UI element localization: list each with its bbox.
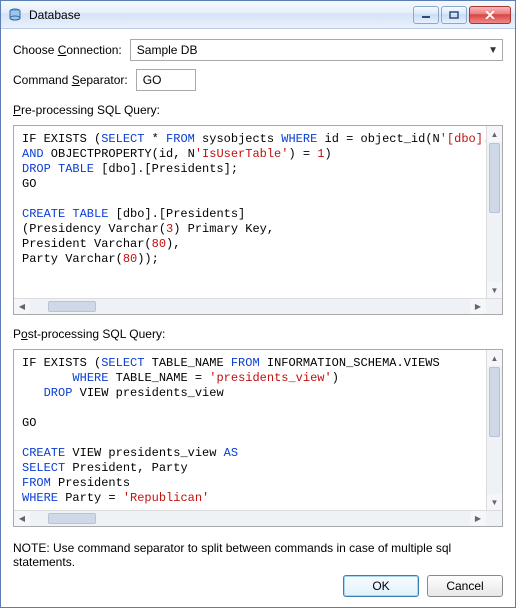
pre-query-text[interactable]: IF EXISTS (SELECT * FROM sysobjects WHER…: [14, 126, 486, 298]
scroll-right-icon[interactable]: ▶: [470, 511, 486, 526]
scroll-down-icon[interactable]: ▼: [487, 282, 502, 298]
minimize-button[interactable]: [413, 6, 439, 24]
vertical-scrollbar[interactable]: ▲ ▼: [486, 126, 502, 298]
connection-row: Choose Connection: Sample DB ▼: [13, 39, 503, 61]
command-separator-label: Command Separator:: [13, 73, 128, 87]
connection-combo[interactable]: Sample DB ▼: [130, 39, 503, 61]
pre-query-label: Pre-processing SQL Query:: [13, 103, 503, 117]
scroll-left-icon[interactable]: ◀: [14, 511, 30, 526]
horizontal-scrollbar[interactable]: ◀ ▶: [14, 298, 502, 314]
scrollbar-thumb[interactable]: [489, 367, 500, 437]
database-dialog: Database Choose Connection: Sample DB ▼ …: [0, 0, 516, 608]
maximize-button[interactable]: [441, 6, 467, 24]
scroll-right-icon[interactable]: ▶: [470, 299, 486, 314]
post-query-label: Post-processing SQL Query:: [13, 327, 503, 341]
dialog-footer: OK Cancel: [1, 575, 515, 607]
dialog-content: Choose Connection: Sample DB ▼ Command S…: [1, 29, 515, 575]
titlebar[interactable]: Database: [1, 1, 515, 29]
command-separator-input[interactable]: [136, 69, 196, 91]
scroll-down-icon[interactable]: ▼: [487, 494, 502, 510]
post-query-editor[interactable]: IF EXISTS (SELECT TABLE_NAME FROM INFORM…: [13, 349, 503, 527]
vertical-scrollbar[interactable]: ▲ ▼: [486, 350, 502, 510]
scrollbar-corner: [486, 511, 502, 526]
scrollbar-thumb[interactable]: [489, 143, 500, 213]
horizontal-scrollbar[interactable]: ◀ ▶: [14, 510, 502, 526]
database-icon: [7, 7, 23, 23]
post-query-text[interactable]: IF EXISTS (SELECT TABLE_NAME FROM INFORM…: [14, 350, 486, 510]
ok-button[interactable]: OK: [343, 575, 419, 597]
scroll-up-icon[interactable]: ▲: [487, 126, 502, 142]
scrollbar-thumb[interactable]: [48, 301, 96, 312]
connection-value: Sample DB: [137, 43, 198, 57]
separator-row: Command Separator:: [13, 69, 503, 91]
scroll-left-icon[interactable]: ◀: [14, 299, 30, 314]
close-button[interactable]: [469, 6, 511, 24]
chevron-down-icon: ▼: [488, 45, 498, 56]
window-title: Database: [29, 8, 413, 22]
cancel-button[interactable]: Cancel: [427, 575, 503, 597]
scrollbar-thumb[interactable]: [48, 513, 96, 524]
choose-connection-label: Choose Connection:: [13, 43, 122, 57]
window-controls: [413, 6, 511, 24]
scrollbar-corner: [486, 299, 502, 314]
pre-query-editor[interactable]: IF EXISTS (SELECT * FROM sysobjects WHER…: [13, 125, 503, 315]
note-text: NOTE: Use command separator to split bet…: [13, 541, 503, 569]
scroll-up-icon[interactable]: ▲: [487, 350, 502, 366]
